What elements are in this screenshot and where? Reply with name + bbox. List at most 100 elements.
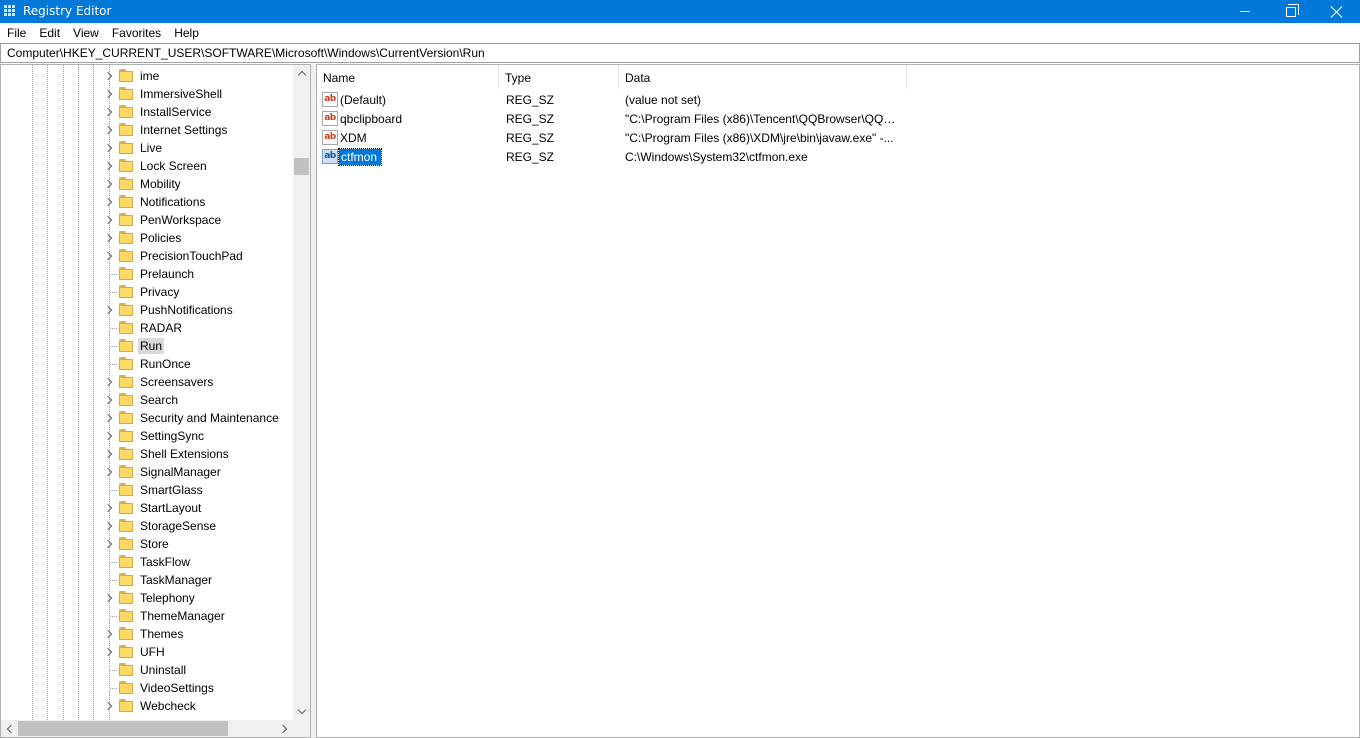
tree-item[interactable]: Lock Screen [1, 157, 293, 175]
tree-item[interactable]: Privacy [1, 283, 293, 301]
expand-chevron-icon[interactable] [104, 377, 114, 387]
tree-item-label: Internet Settings [140, 123, 228, 137]
tree-item[interactable]: PrecisionTouchPad [1, 247, 293, 265]
folder-icon [119, 591, 134, 605]
expand-chevron-icon[interactable] [104, 143, 114, 153]
tree-item[interactable]: StorageSense [1, 517, 293, 535]
tree-item[interactable]: Screensavers [1, 373, 293, 391]
expand-chevron-icon[interactable] [104, 395, 114, 405]
column-header-data[interactable]: Data [619, 65, 907, 89]
tree-item[interactable]: Live [1, 139, 293, 157]
expand-chevron-icon[interactable] [104, 539, 114, 549]
menu-favorites[interactable]: Favorites [105, 23, 167, 43]
expand-chevron-icon[interactable] [104, 413, 114, 423]
expand-chevron-icon[interactable] [104, 449, 114, 459]
tree-item-label: PenWorkspace [140, 213, 222, 227]
tree-item[interactable]: Store [1, 535, 293, 553]
tree-item[interactable]: ime [1, 67, 293, 85]
expand-chevron-icon[interactable] [104, 89, 114, 99]
tree-item[interactable]: VideoSettings [1, 679, 293, 697]
value-type: REG_SZ [506, 112, 555, 126]
expand-chevron-icon[interactable] [104, 305, 114, 315]
expand-chevron-icon[interactable] [104, 215, 114, 225]
value-data: "C:\Program Files (x86)\Tencent\QQBrowse… [625, 112, 903, 126]
tree-vertical-scrollbar[interactable] [293, 65, 310, 720]
maximize-button[interactable] [1268, 0, 1314, 23]
scroll-right-button[interactable] [276, 720, 293, 737]
tree-item[interactable]: Policies [1, 229, 293, 247]
tree-item[interactable]: SignalManager [1, 463, 293, 481]
tree-item[interactable]: UFH [1, 643, 293, 661]
column-header-name[interactable]: Name [317, 65, 499, 89]
close-button[interactable] [1314, 0, 1360, 23]
expand-chevron-icon[interactable] [104, 503, 114, 513]
expand-chevron-icon[interactable] [104, 521, 114, 531]
expand-chevron-icon[interactable] [104, 179, 114, 189]
expand-chevron-icon[interactable] [104, 107, 114, 117]
expand-chevron-icon[interactable] [104, 467, 114, 477]
expand-chevron-icon[interactable] [104, 629, 114, 639]
tree-item[interactable]: TaskManager [1, 571, 293, 589]
address-bar[interactable]: Computer\HKEY_CURRENT_USER\SOFTWARE\Micr… [0, 43, 1360, 63]
expand-chevron-icon[interactable] [104, 431, 114, 441]
tree-item[interactable]: Shell Extensions [1, 445, 293, 463]
title-bar[interactable]: Registry Editor [0, 0, 1360, 23]
tree-item[interactable]: Security and Maintenance [1, 409, 293, 427]
tree-horizontal-scrollbar[interactable] [1, 720, 293, 737]
tree-item-label: ime [140, 69, 160, 83]
menu-view[interactable]: View [66, 23, 105, 43]
tree-item[interactable]: StartLayout [1, 499, 293, 517]
tree-item[interactable]: TaskFlow [1, 553, 293, 571]
scroll-down-button[interactable] [293, 703, 310, 720]
tree-item[interactable]: ImmersiveShell [1, 85, 293, 103]
value-row[interactable]: ab XDM REG_SZ "C:\Program Files (x86)\XDM\j… [317, 128, 1357, 147]
column-header-type[interactable]: Type [499, 65, 619, 89]
values-list-pane[interactable]: Name Type Data ab (Default) REG_SZ (value n… [316, 64, 1360, 738]
tree-item[interactable]: RunOnce [1, 355, 293, 373]
tree-item-label: Privacy [140, 285, 180, 299]
folder-icon [119, 69, 134, 83]
tree-item[interactable]: Notifications [1, 193, 293, 211]
menu-edit[interactable]: Edit [32, 23, 66, 43]
tree-item[interactable]: Webcheck [1, 697, 293, 715]
tree-item[interactable]: SettingSync [1, 427, 293, 445]
tree-item[interactable]: Search [1, 391, 293, 409]
expand-chevron-icon[interactable] [104, 197, 114, 207]
key-tree-pane[interactable]: ime ImmersiveShell InstallService Internet … [0, 64, 311, 738]
tree-item[interactable]: InstallService [1, 103, 293, 121]
expand-chevron-icon[interactable] [104, 233, 114, 243]
chevron-left-icon [6, 724, 16, 733]
tree-item[interactable]: PushNotifications [1, 301, 293, 319]
menu-help[interactable]: Help [167, 23, 205, 43]
tree-item[interactable]: Prelaunch [1, 265, 293, 283]
tree-item[interactable]: Telephony [1, 589, 293, 607]
vertical-scroll-thumb[interactable] [294, 158, 309, 175]
scroll-up-button[interactable] [293, 65, 310, 82]
expand-chevron-icon[interactable] [104, 71, 114, 81]
folder-icon [119, 177, 134, 191]
expand-chevron-icon[interactable] [104, 593, 114, 603]
tree-item[interactable]: RADAR [1, 319, 293, 337]
tree-item[interactable]: Run [1, 337, 293, 355]
scroll-left-button[interactable] [1, 720, 18, 737]
tree-item[interactable]: Themes [1, 625, 293, 643]
address-path[interactable]: Computer\HKEY_CURRENT_USER\SOFTWARE\Micr… [7, 46, 485, 60]
expand-chevron-icon[interactable] [104, 647, 114, 657]
value-type: REG_SZ [506, 93, 555, 107]
value-row[interactable]: ab ctfmon REG_SZ C:\Windows\System32\ctfmon… [317, 147, 1357, 166]
expand-chevron-icon[interactable] [104, 251, 114, 261]
tree-item[interactable]: PenWorkspace [1, 211, 293, 229]
tree-item[interactable]: ThemeManager [1, 607, 293, 625]
expand-chevron-icon[interactable] [104, 701, 114, 711]
tree-item[interactable]: Uninstall [1, 661, 293, 679]
value-row[interactable]: ab qbclipboard REG_SZ "C:\Program Files (x8… [317, 109, 1357, 128]
minimize-button[interactable] [1222, 0, 1268, 23]
tree-item[interactable]: SmartGlass [1, 481, 293, 499]
horizontal-scroll-thumb[interactable] [18, 721, 228, 736]
tree-item[interactable]: Internet Settings [1, 121, 293, 139]
tree-item[interactable]: Mobility [1, 175, 293, 193]
value-row[interactable]: ab (Default) REG_SZ (value not set) [317, 90, 1357, 109]
menu-file[interactable]: File [0, 23, 32, 43]
expand-chevron-icon[interactable] [104, 161, 114, 171]
expand-chevron-icon[interactable] [104, 125, 114, 135]
